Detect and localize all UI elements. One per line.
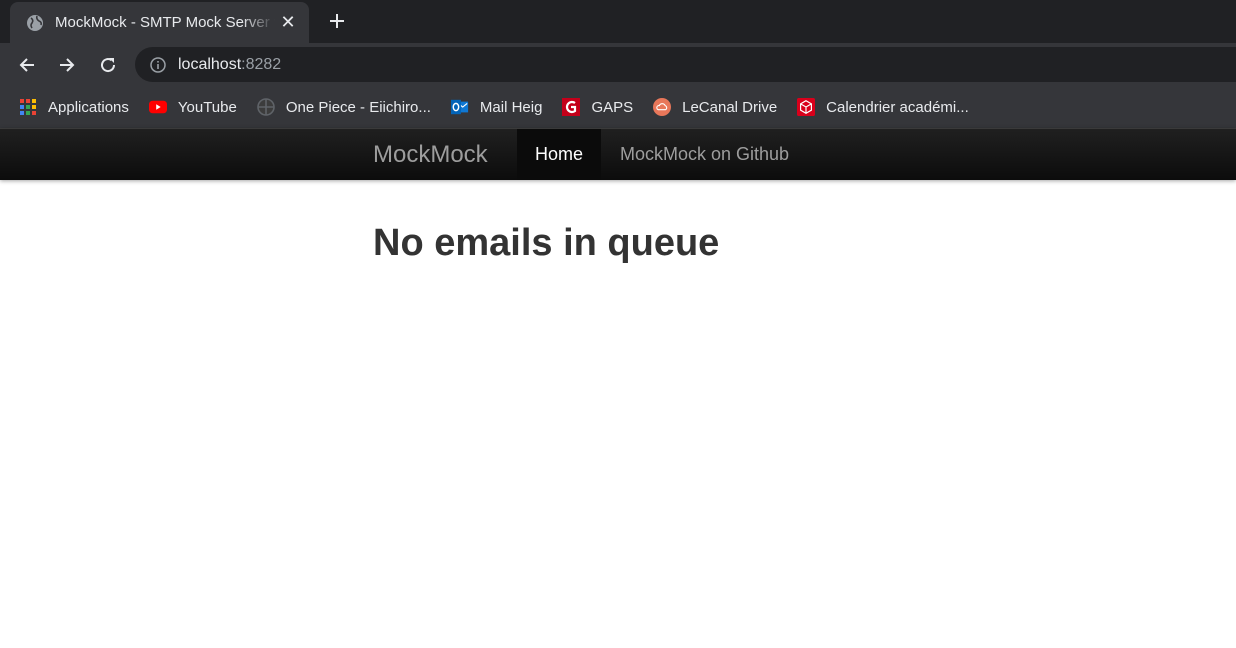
page-heading: No emails in queue [373,222,720,264]
reload-icon [101,58,116,73]
bookmark-gaps[interactable]: GAPS [562,98,633,116]
brand-link[interactable]: MockMock [373,141,488,169]
cube-icon [797,98,816,116]
browser-tab[interactable]: MockMock - SMTP Mock Server v ✕ [10,2,309,43]
cloud-icon [653,98,672,116]
tab-title: MockMock - SMTP Mock Server v [55,14,275,31]
close-tab-icon[interactable]: ✕ [279,12,297,32]
plus-icon [330,14,344,28]
bookmark-label: Calendrier académi... [826,98,969,116]
reload-button[interactable] [97,54,119,76]
bookmark-lecanal-drive[interactable]: LeCanal Drive [653,98,777,116]
bookmark-label: GAPS [591,98,634,116]
address-url: localhost:8282 [178,56,281,74]
browser-toolbar: localhost:8282 [0,43,1236,86]
site-navbar: MockMock Home MockMock on Github [0,128,1236,180]
forward-button[interactable] [56,54,78,76]
bookmark-one-piece[interactable]: One Piece - Eiichiro... [257,98,431,116]
globe-icon [257,98,275,116]
nav-github-link[interactable]: MockMock on Github [620,144,789,165]
bookmark-calendrier[interactable]: Calendrier académi... [797,98,969,116]
nav-home-link[interactable]: Home [517,129,601,180]
bookmark-label: Applications [48,98,129,116]
bookmark-label: Mail Heig [479,98,543,116]
address-bar[interactable]: localhost:8282 [135,47,1236,82]
bookmark-label: YouTube [177,98,237,116]
bookmark-applications[interactable]: Applications [19,98,129,116]
bookmark-youtube[interactable]: YouTube [148,98,237,116]
bookmarks-bar: Applications YouTube One Piece - Eiichir… [0,86,1236,128]
globe-icon [26,14,44,32]
info-icon[interactable] [149,56,167,74]
gaps-icon [562,98,581,116]
bookmark-mail-heig[interactable]: Mail Heig [450,98,543,116]
new-tab-button[interactable] [327,11,347,31]
apps-grid-icon [19,98,37,116]
address-port: :8282 [241,55,282,73]
arrow-left-icon [19,58,34,72]
back-button[interactable] [16,54,38,76]
outlook-icon [450,98,469,116]
address-host: localhost [178,55,242,73]
browser-tab-strip: MockMock - SMTP Mock Server v ✕ [0,0,1236,43]
arrow-right-icon [60,58,75,72]
bookmark-label: LeCanal Drive [682,98,778,116]
youtube-icon [148,98,167,116]
bookmark-label: One Piece - Eiichiro... [285,98,431,116]
